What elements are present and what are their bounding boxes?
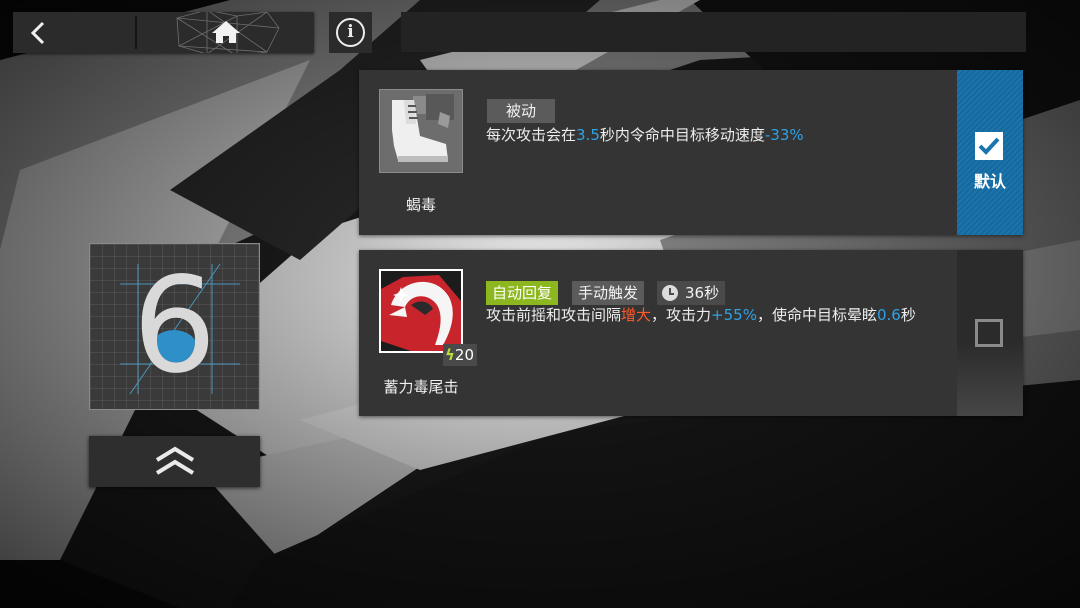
duration-tag: 36秒: [657, 281, 726, 305]
top-strip: [401, 12, 1026, 52]
clock-icon: [662, 285, 678, 301]
auto-recovery-tag: 自动回复: [486, 281, 559, 305]
manual-trigger-tag: 手动触发: [572, 281, 645, 305]
skill-card-1[interactable]: 蝎毒 被动 每次攻击会在3.5秒内令命中目标移动速度-33% 默认: [359, 70, 1023, 235]
select-skill-2-toggle[interactable]: [957, 250, 1023, 416]
top-nav-bar: [13, 12, 314, 53]
lightning-icon: ϟ: [445, 346, 455, 364]
level-number: 6: [132, 249, 217, 403]
checkbox-checked[interactable]: [975, 132, 1003, 160]
skill-description: 攻击前摇和攻击间隔增大，攻击力+55%，使命中目标晕眩0.6秒: [486, 306, 916, 324]
default-label: 默认: [973, 172, 1006, 191]
skill-description: 每次攻击会在3.5秒内令命中目标移动速度-33%: [486, 126, 804, 144]
home-icon: [212, 21, 240, 43]
level-badge: 6: [89, 243, 260, 410]
skill-name: 蓄力毒尾击: [383, 378, 459, 396]
boot-icon: [379, 89, 463, 173]
back-button[interactable]: [13, 12, 136, 53]
skill-card-2[interactable]: ϟ20 蓄力毒尾击 自动回复 手动触发 36秒 攻击前摇和攻击间隔增大，攻击力+…: [359, 250, 1023, 416]
double-chevron-up-icon: [155, 446, 195, 475]
checkmark-icon: [978, 137, 1000, 155]
info-icon: i: [336, 18, 365, 47]
sp-cost: ϟ20: [443, 344, 477, 366]
info-button[interactable]: i: [329, 12, 372, 53]
passive-tag: 被动: [487, 99, 555, 123]
promote-button[interactable]: [89, 436, 260, 487]
skill-name: 蝎毒: [405, 196, 436, 214]
chevron-left-icon: [30, 21, 45, 45]
scorpion-tail-icon: [379, 269, 463, 353]
checkbox-unchecked[interactable]: [975, 319, 1003, 347]
select-skill-1-toggle[interactable]: 默认: [957, 70, 1023, 235]
home-button[interactable]: [137, 12, 314, 53]
